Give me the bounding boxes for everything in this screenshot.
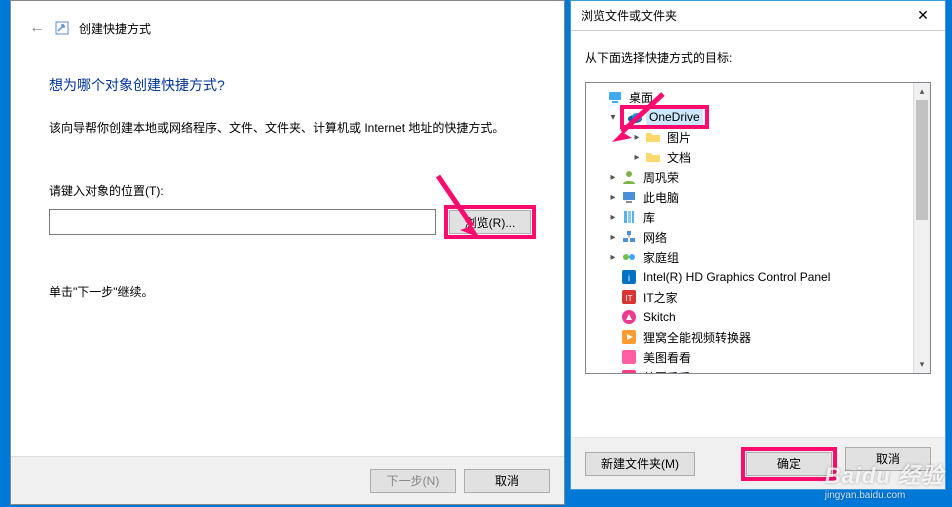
tree-item[interactable]: 桌面	[586, 87, 930, 107]
tree-item-label: 桌面	[626, 88, 656, 107]
chevron-right-icon[interactable]: ▸	[606, 232, 620, 243]
tree-item-label: 家庭组	[640, 248, 682, 267]
back-arrow-icon[interactable]: ←	[29, 19, 45, 37]
path-input[interactable]	[49, 209, 436, 235]
browse-dialog: 浏览文件或文件夹 ✕ 从下面选择快捷方式的目标: 桌面▾OneDrive▸图片▸…	[570, 0, 946, 490]
browse-button-highlight: 浏览(R)...	[444, 205, 536, 239]
tree-item-label: Intel(R) HD Graphics Control Panel	[640, 269, 833, 285]
tree-item-label: 库	[640, 208, 658, 227]
watermark-brand: Baidu 经验	[825, 463, 944, 488]
meitu-icon	[620, 349, 638, 365]
thispc-icon	[620, 189, 638, 205]
wizard-title: 创建快捷方式	[79, 20, 151, 37]
wizard-description: 该向导帮你创建本地或网络程序、文件、文件夹、计算机或 Internet 地址的快…	[49, 119, 536, 136]
wizard-question: 想为哪个对象创建快捷方式?	[49, 75, 536, 95]
folder-icon	[644, 129, 662, 145]
wizard-cancel-button[interactable]: 取消	[464, 469, 550, 493]
continue-hint: 单击"下一步"继续。	[49, 283, 536, 300]
tree-item-label: 周巩荣	[640, 168, 682, 187]
chevron-right-icon[interactable]: ▸	[606, 212, 620, 223]
skitch-icon	[620, 309, 638, 325]
tree-item[interactable]: 狸窝全能视频转换器	[586, 327, 930, 347]
tree-item[interactable]: ▸ 文档	[586, 147, 930, 167]
create-shortcut-wizard: ← 创建快捷方式 想为哪个对象创建快捷方式? 该向导帮你创建本地或网络程序、文件…	[10, 0, 565, 505]
chevron-right-icon[interactable]: ▸	[606, 172, 620, 183]
tree-item-label: 网络	[640, 228, 670, 247]
tree-item[interactable]: IT IT之家	[586, 287, 930, 307]
tree-item[interactable]: Skitch	[586, 307, 930, 327]
watermark-url: jingyan.baidu.com	[825, 490, 944, 501]
svg-text:IT: IT	[625, 294, 632, 303]
libraries-icon	[620, 209, 638, 225]
tree-item-label: 美图看看	[640, 348, 694, 367]
browse-title: 浏览文件或文件夹	[581, 7, 677, 24]
tree-item-highlight: OneDrive	[620, 105, 709, 129]
folder-tree: 桌面▾OneDrive▸图片▸文档▸周巩荣▸此电脑▸库▸网络▸家庭组iIntel…	[585, 82, 931, 374]
tree-item[interactable]: ▸ 周巩荣	[586, 167, 930, 187]
wizard-body: 想为哪个对象创建快捷方式? 该向导帮你创建本地或网络程序、文件、文件夹、计算机或…	[11, 47, 564, 300]
browse-instruction: 从下面选择快捷方式的目标:	[571, 31, 945, 82]
chevron-right-icon[interactable]: ▸	[630, 152, 644, 163]
scroll-up-icon[interactable]: ▴	[914, 83, 930, 100]
onedrive-icon	[626, 109, 644, 125]
path-field-label: 请键入对象的位置(T):	[49, 182, 536, 199]
tree-item[interactable]: ▾ OneDrive	[586, 107, 930, 127]
tree-item[interactable]: ▸ 家庭组	[586, 247, 930, 267]
tree-item[interactable]: ▸ 图片	[586, 127, 930, 147]
video-icon	[620, 329, 638, 345]
tree-item-label: OneDrive	[646, 109, 703, 125]
desktop-icon	[606, 89, 624, 105]
svg-text:i: i	[628, 273, 630, 283]
tree-item[interactable]: 美图秀秀	[586, 367, 930, 374]
shortcut-icon	[55, 21, 69, 35]
folder-icon	[644, 149, 662, 165]
tree-item-label: 文档	[664, 148, 694, 167]
intel-icon: i	[620, 269, 638, 285]
network-icon	[620, 229, 638, 245]
browse-titlebar: 浏览文件或文件夹 ✕	[571, 1, 945, 31]
chevron-right-icon[interactable]: ▸	[630, 132, 644, 143]
user-icon	[620, 169, 638, 185]
wizard-header: ← 创建快捷方式	[11, 1, 564, 47]
ok-button-highlight: 确定	[741, 447, 837, 481]
scroll-thumb[interactable]	[916, 100, 928, 220]
tree-item-label: Skitch	[640, 309, 679, 325]
scroll-down-icon[interactable]: ▾	[914, 356, 930, 373]
browse-button[interactable]: 浏览(R)...	[449, 210, 531, 234]
tree-item[interactable]: i Intel(R) HD Graphics Control Panel	[586, 267, 930, 287]
homegroup-icon	[620, 249, 638, 265]
watermark: Baidu 经验 jingyan.baidu.com	[825, 458, 944, 501]
tree-item-label: 美图秀秀	[640, 368, 694, 375]
new-folder-button[interactable]: 新建文件夹(M)	[585, 452, 695, 476]
tree-item-label: 此电脑	[640, 188, 682, 207]
tree-item[interactable]: ▸ 网络	[586, 227, 930, 247]
tree-item[interactable]: ▸库	[586, 207, 930, 227]
tree-item-label: 狸窝全能视频转换器	[640, 328, 754, 347]
chevron-right-icon[interactable]: ▸	[606, 252, 620, 263]
chevron-right-icon[interactable]: ▸	[606, 192, 620, 203]
close-icon[interactable]: ✕	[901, 1, 945, 31]
wizard-footer: 下一步(N) 取消	[11, 456, 564, 504]
tree-item[interactable]: 美图看看	[586, 347, 930, 367]
next-button[interactable]: 下一步(N)	[370, 469, 456, 493]
tree-item-label: IT之家	[640, 288, 681, 307]
tree-item-label: 图片	[664, 128, 694, 147]
chevron-down-icon[interactable]: ▾	[606, 112, 620, 123]
tree-item[interactable]: ▸ 此电脑	[586, 187, 930, 207]
ithome-icon: IT	[620, 289, 638, 305]
path-field-row: 浏览(R)...	[49, 205, 536, 239]
ok-button[interactable]: 确定	[746, 452, 832, 476]
meitu2-icon	[620, 369, 638, 374]
tree-scrollbar[interactable]: ▴ ▾	[913, 83, 930, 373]
